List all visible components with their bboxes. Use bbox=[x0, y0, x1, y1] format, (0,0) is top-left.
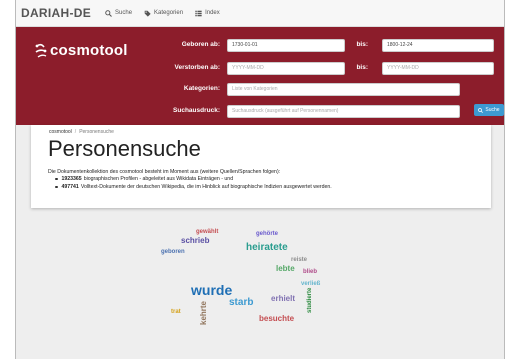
word-cloud-word[interactable]: kehrte bbox=[199, 300, 208, 325]
breadcrumb: cosmotool / Personensuche bbox=[49, 129, 114, 135]
word-cloud-word[interactable]: lebte bbox=[276, 264, 295, 273]
profile-count: 1923365 bbox=[61, 176, 82, 182]
nav-link-suche[interactable]: Suche bbox=[105, 9, 133, 17]
logo-text: cosmotool bbox=[50, 42, 128, 59]
collection-list: 1923365 biographischen Profilen - abgelei… bbox=[55, 176, 332, 192]
born-to-input[interactable]: 1800-12-24 bbox=[382, 39, 494, 52]
born-to-label: bis: bbox=[356, 41, 368, 48]
word-cloud-word[interactable]: gehörte bbox=[256, 231, 279, 237]
tag-icon bbox=[144, 10, 151, 17]
born-from-label: Geboren ab: bbox=[181, 41, 220, 48]
word-cloud: wurde heiratete starb schrieb besuchte erhiel… bbox=[161, 229, 321, 325]
list-item: 1923365 biographischen Profilen - abgelei… bbox=[55, 176, 332, 182]
bullet-dot bbox=[55, 177, 58, 181]
word-cloud-word[interactable]: heiratete bbox=[246, 242, 288, 253]
word-cloud-word[interactable]: gewählt bbox=[196, 229, 218, 235]
search-icon bbox=[105, 9, 112, 17]
list-item-text: Volltext-Dokumente der deutschen Wikiped… bbox=[80, 184, 332, 190]
top-navbar: DARIAH-DE Suche Kategorien Index bbox=[16, 0, 504, 27]
died-to-input[interactable]: YYYY-MM-DD bbox=[382, 62, 494, 75]
search-button-label: Suche bbox=[485, 107, 500, 113]
browser-viewport: DARIAH-DE Suche Kategorien Index cosmoto… bbox=[15, 0, 505, 359]
breadcrumb-separator: / bbox=[74, 129, 77, 135]
intro-text: Die Dokumentenkollektion des cosmotool b… bbox=[48, 169, 281, 175]
word-cloud-word[interactable]: besuchte bbox=[259, 314, 295, 323]
word-cloud-word[interactable]: reiste bbox=[291, 257, 308, 263]
nav-link-kategorien[interactable]: Kategorien bbox=[144, 10, 183, 17]
list-item: 497741 Volltext-Dokumente der deutschen W… bbox=[55, 184, 332, 190]
categories-input[interactable]: Liste von Kategorien bbox=[227, 83, 460, 96]
nav-link-label: Index bbox=[205, 10, 220, 16]
bullet-dot bbox=[55, 185, 58, 189]
word-cloud-word[interactable]: starb bbox=[229, 297, 253, 308]
born-from-input[interactable]: 1730-01-01 bbox=[227, 39, 345, 52]
word-cloud-word[interactable]: schrieb bbox=[181, 236, 210, 245]
nav-link-label: Suche bbox=[115, 10, 133, 16]
brand-link[interactable]: DARIAH-DE bbox=[21, 6, 91, 20]
content-card: cosmotool / Personensuche Personensuche Di… bbox=[31, 125, 491, 208]
cosmotool-logo-icon bbox=[35, 43, 47, 58]
query-label: Suchausdruck: bbox=[173, 107, 220, 114]
nav-link-index[interactable]: Index bbox=[195, 10, 220, 17]
cosmotool-logo[interactable]: cosmotool bbox=[34, 42, 128, 59]
word-cloud-word[interactable]: blieb bbox=[303, 269, 317, 275]
search-button[interactable]: Suche bbox=[474, 104, 504, 116]
died-from-label: Verstorben ab: bbox=[174, 64, 220, 71]
search-icon bbox=[478, 107, 484, 113]
list-icon bbox=[195, 10, 202, 16]
word-cloud-word[interactable]: geboren bbox=[161, 249, 185, 255]
word-cloud-word[interactable]: wurde bbox=[190, 282, 232, 298]
categories-label: Kategorien: bbox=[183, 85, 220, 92]
word-cloud-word[interactable]: trat bbox=[171, 309, 181, 315]
page-title: Personensuche bbox=[48, 136, 201, 161]
word-cloud-word[interactable]: erhielt bbox=[271, 294, 295, 303]
breadcrumb-current: Personensuche bbox=[79, 129, 114, 135]
died-to-label: bis: bbox=[356, 64, 368, 71]
breadcrumb-home[interactable]: cosmotool bbox=[49, 129, 72, 135]
list-item-text: biographischen Profilen - abgeleitet aus… bbox=[83, 176, 234, 182]
word-cloud-word[interactable]: verließ bbox=[301, 281, 321, 287]
search-banner: cosmotool Geboren ab: 1730-01-01 bis: 18… bbox=[16, 27, 504, 125]
document-count: 497741 bbox=[61, 184, 79, 190]
nav-link-label: Kategorien bbox=[154, 10, 184, 16]
word-cloud-word[interactable]: studierte bbox=[307, 287, 313, 313]
died-from-input[interactable]: YYYY-MM-DD bbox=[227, 62, 345, 75]
query-input[interactable]: Suchausdruck (ausgeführt auf Personennam… bbox=[227, 105, 460, 118]
